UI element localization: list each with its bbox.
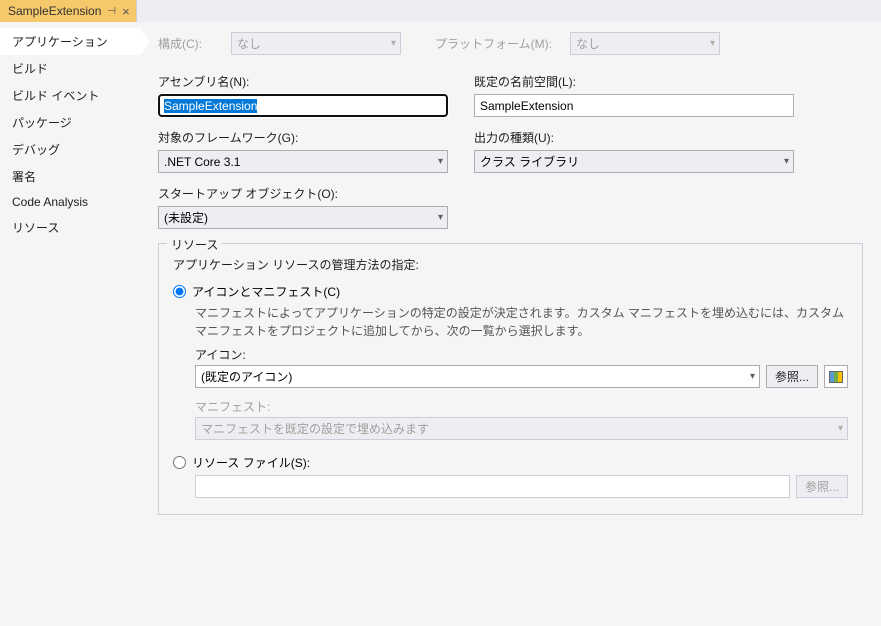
chevron-down-icon: ▾	[391, 38, 396, 49]
assembly-name-input[interactable]	[158, 94, 448, 117]
manifest-select: マニフェストを既定の設定で埋め込みます ▾	[195, 417, 848, 440]
icon-label: アイコン:	[195, 346, 848, 363]
resource-file-radio-label: リソース ファイル(S):	[192, 454, 310, 471]
preview-icon	[829, 371, 843, 383]
manifest-label: マニフェスト:	[195, 398, 848, 415]
default-namespace-input[interactable]	[474, 94, 794, 117]
output-type-select[interactable]: クラス ライブラリ ▾	[474, 150, 794, 173]
icon-browse-button[interactable]: 参照...	[766, 365, 818, 388]
configuration-select: なし ▾	[231, 32, 401, 55]
icon-manifest-radio[interactable]	[173, 285, 186, 298]
sidebar-item-build[interactable]: ビルド	[0, 55, 140, 82]
tab-bar: SampleExtension ⊣ ×	[0, 0, 881, 22]
chevron-down-icon: ▾	[438, 212, 443, 223]
assembly-name-label: アセンブリ名(N):	[158, 73, 448, 90]
resource-file-input	[195, 475, 790, 498]
sidebar-item-resources[interactable]: リソース	[0, 214, 140, 241]
startup-object-select[interactable]: (未設定) ▾	[158, 206, 448, 229]
icon-manifest-radio-label: アイコンとマニフェスト(C)	[192, 283, 340, 300]
platform-select: なし ▾	[570, 32, 720, 55]
resources-group-title: リソース	[167, 236, 222, 253]
output-type-label: 出力の種類(U):	[474, 129, 794, 146]
chevron-down-icon: ▾	[838, 423, 843, 434]
document-tab[interactable]: SampleExtension ⊣ ×	[0, 0, 137, 22]
pin-icon[interactable]: ⊣	[107, 6, 116, 17]
target-framework-label: 対象のフレームワーク(G):	[158, 129, 448, 146]
resource-file-browse-button: 参照...	[796, 475, 848, 498]
sidebar-item-application[interactable]: アプリケーション	[0, 28, 140, 55]
target-framework-select[interactable]: .NET Core 3.1 ▾	[158, 150, 448, 173]
sidebar-item-build-events[interactable]: ビルド イベント	[0, 82, 140, 109]
chevron-down-icon: ▾	[710, 38, 715, 49]
tab-title: SampleExtension	[8, 4, 101, 18]
sidebar-item-signing[interactable]: 署名	[0, 163, 140, 190]
sidebar: アプリケーション ビルド ビルド イベント パッケージ デバッグ 署名 Code…	[0, 22, 140, 626]
sidebar-item-package[interactable]: パッケージ	[0, 109, 140, 136]
resources-desc: アプリケーション リソースの管理方法の指定:	[173, 256, 848, 273]
icon-help-text: マニフェストによってアプリケーションの特定の設定が決定されます。カスタム マニフ…	[195, 304, 848, 340]
configuration-label: 構成(C):	[158, 35, 213, 52]
sidebar-item-code-analysis[interactable]: Code Analysis	[0, 190, 140, 214]
chevron-down-icon: ▾	[784, 156, 789, 167]
close-icon[interactable]: ×	[122, 5, 130, 18]
chevron-down-icon: ▾	[750, 371, 755, 382]
sidebar-item-debug[interactable]: デバッグ	[0, 136, 140, 163]
resources-group: リソース アプリケーション リソースの管理方法の指定: アイコンとマニフェスト(…	[158, 243, 863, 515]
platform-label: プラットフォーム(M):	[435, 35, 552, 52]
icon-select[interactable]: (既定のアイコン) ▾	[195, 365, 760, 388]
default-namespace-label: 既定の名前空間(L):	[474, 73, 794, 90]
chevron-down-icon: ▾	[438, 156, 443, 167]
startup-object-label: スタートアップ オブジェクト(O):	[158, 185, 448, 202]
content-panel: 構成(C): なし ▾ プラットフォーム(M): なし ▾ アセンブリ名(N):…	[140, 22, 881, 626]
icon-preview	[824, 365, 848, 388]
resource-file-radio[interactable]	[173, 456, 186, 469]
